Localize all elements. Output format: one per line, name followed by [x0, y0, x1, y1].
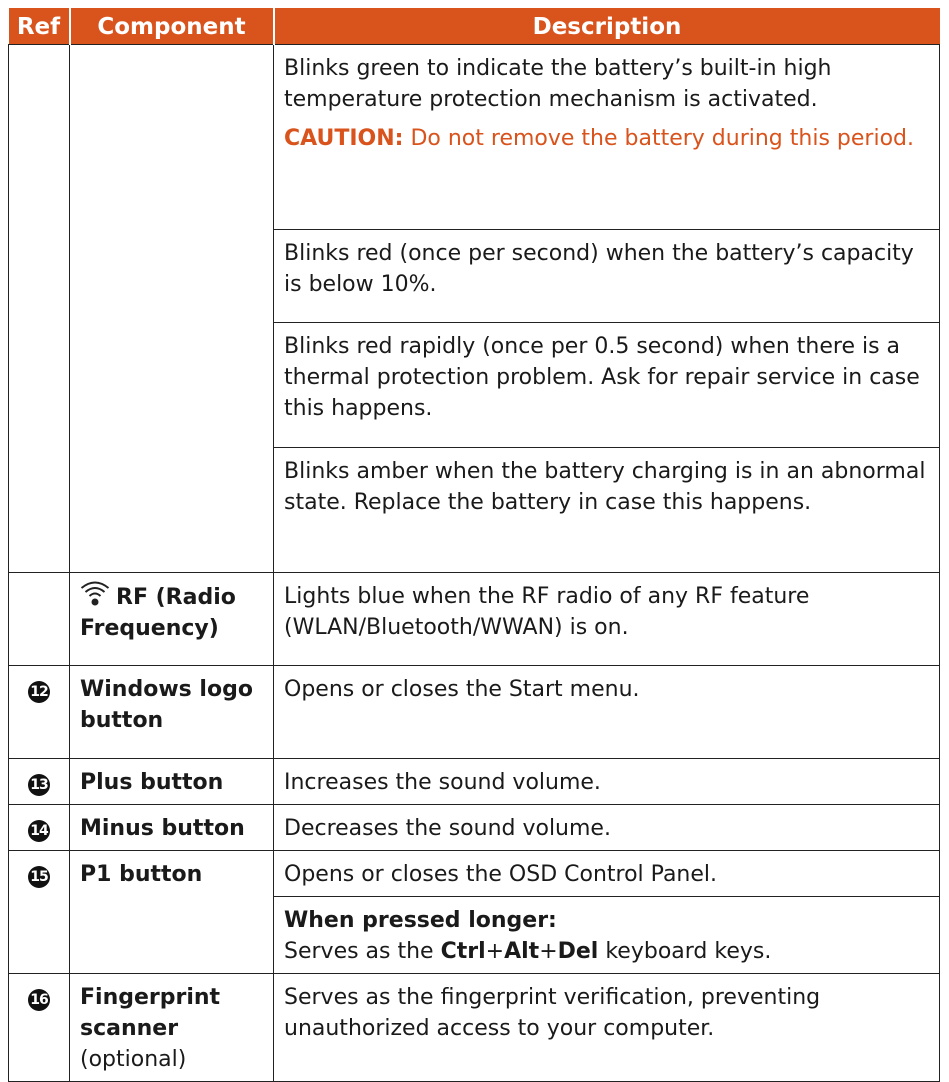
description-cell: When pressed longer: Serves as the Ctrl+…	[273, 896, 940, 974]
pressed-longer-suffix: keyboard keys.	[598, 939, 772, 964]
ref-number-badge: 12	[28, 681, 50, 703]
description-cell: Serves as the fingerprint verification, …	[273, 973, 940, 1082]
description-cell: Opens or closes the Start menu.	[273, 665, 940, 759]
ref-cell: 12	[8, 665, 70, 759]
ref-cell: 15	[8, 850, 70, 974]
description-text: Opens or closes the Start menu.	[284, 677, 640, 702]
description-cell: Increases the sound volume.	[273, 758, 940, 805]
component-cell: Fingerprint scanner (optional)	[69, 973, 274, 1082]
description-cell: Lights blue when the RF radio of any RF …	[273, 572, 940, 666]
component-cell: RF (Radio Frequency)	[69, 572, 274, 666]
component-label: P1 button	[80, 862, 203, 887]
pressed-longer-prefix: Serves as the	[284, 939, 441, 964]
ref-number-badge: 14	[28, 820, 50, 842]
ref-cell-empty	[8, 44, 70, 573]
header-description: Description	[272, 8, 940, 45]
header-ref: Ref	[8, 8, 70, 45]
component-cell: Plus button	[69, 758, 274, 805]
description-text: Blinks amber when the battery charging i…	[284, 459, 926, 515]
header-component: Component	[68, 8, 274, 45]
description-cell: Blinks green to indicate the battery’s b…	[273, 44, 940, 230]
description-cell: Decreases the sound volume.	[273, 804, 940, 851]
key-alt: Alt	[504, 939, 540, 964]
plus-sign: +	[539, 939, 558, 964]
description-text: Blinks red rapidly (once per 0.5 second)…	[284, 334, 920, 421]
ref-cell: 13	[8, 758, 70, 805]
caution-note: CAUTION: Do not remove the battery durin…	[284, 123, 929, 154]
component-label: Minus button	[80, 816, 245, 841]
component-note: (optional)	[80, 1047, 187, 1072]
description-cell: Opens or closes the OSD Control Panel.	[273, 850, 940, 897]
caution-label: CAUTION:	[284, 126, 404, 151]
description-text: Opens or closes the OSD Control Panel.	[284, 862, 718, 887]
table-row: 14 Minus button Decreases the sound volu…	[8, 804, 940, 851]
description-cell: Blinks red rapidly (once per 0.5 second)…	[273, 322, 940, 448]
component-cell: Windows logo button	[69, 665, 274, 759]
ref-cell: 16	[8, 973, 70, 1082]
ref-number-badge: 15	[28, 866, 50, 888]
key-del: Del	[557, 939, 599, 964]
description-text: Serves as the fingerprint verification, …	[284, 985, 821, 1041]
description-text: Blinks green to indicate the battery’s b…	[284, 56, 832, 112]
table-row: 15 P1 button Opens or closes the OSD Con…	[8, 850, 940, 974]
wireless-signal-icon	[80, 581, 110, 606]
description-cell: Blinks red (once per second) when the ba…	[273, 229, 940, 323]
description-text: Lights blue when the RF radio of any RF …	[284, 584, 810, 640]
component-label: Fingerprint scanner	[80, 985, 221, 1041]
table-row: 13 Plus button Increases the sound volum…	[8, 758, 940, 805]
table-row: 16 Fingerprint scanner (optional) Serves…	[8, 973, 940, 1082]
ref-number-badge: 13	[28, 774, 50, 796]
caution-text: Do not remove the battery during this pe…	[403, 126, 914, 151]
description-text: Increases the sound volume.	[284, 770, 601, 795]
component-label: Windows logo button	[80, 677, 253, 733]
description-text: Decreases the sound volume.	[284, 816, 611, 841]
component-cell: Minus button	[69, 804, 274, 851]
ref-cell-empty	[8, 572, 70, 666]
key-ctrl: Ctrl	[440, 939, 486, 964]
table-row: 12 Windows logo button Opens or closes t…	[8, 665, 940, 759]
pressed-longer-label: When pressed longer:	[284, 908, 557, 933]
table-header-row: Ref Component Description	[8, 8, 940, 45]
component-cell-empty	[69, 44, 274, 573]
component-table: Ref Component Description Blinks green t…	[8, 8, 940, 1082]
ref-number-badge: 16	[28, 989, 50, 1011]
component-cell: P1 button	[69, 850, 274, 974]
table-row: Blinks green to indicate the battery’s b…	[8, 44, 940, 573]
component-label: Plus button	[80, 770, 224, 795]
ref-cell: 14	[8, 804, 70, 851]
plus-sign: +	[485, 939, 505, 964]
description-cell: Blinks amber when the battery charging i…	[273, 447, 940, 573]
table-row: RF (Radio Frequency) Lights blue when th…	[8, 572, 940, 666]
description-text: Blinks red (once per second) when the ba…	[284, 241, 914, 297]
